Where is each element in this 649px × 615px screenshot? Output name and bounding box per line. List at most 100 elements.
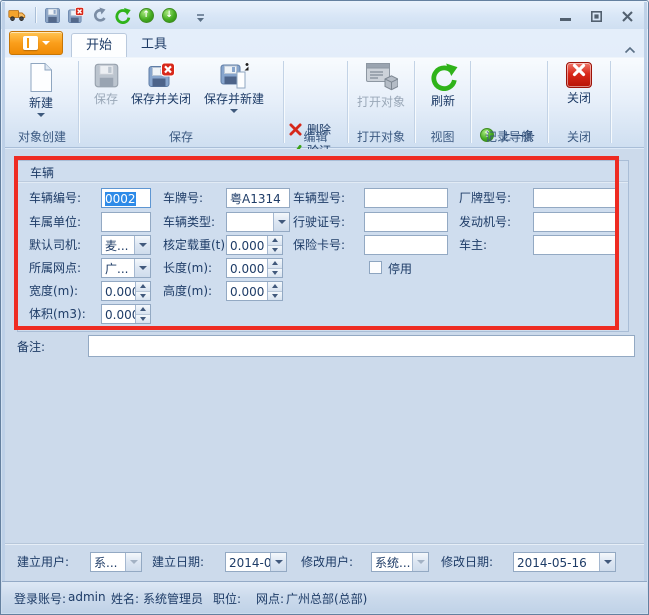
branch-status-label: 网点: [256, 590, 284, 607]
new-button[interactable]: 新建 [14, 60, 68, 117]
group-separator [610, 61, 611, 143]
insurance-card-input[interactable] [364, 235, 448, 255]
open-object-button[interactable]: 打开对象 [352, 60, 410, 109]
minimize-button[interactable] [556, 9, 574, 23]
chevron-down-icon[interactable] [270, 553, 286, 571]
undo-icon[interactable] [90, 6, 108, 24]
width-spinner[interactable]: 0.000 [101, 281, 151, 301]
spin-down-icon [140, 317, 146, 321]
vehicle-owner-value [534, 236, 618, 238]
owner-unit-value [102, 213, 150, 215]
plate-number-value: 粤A1314 [227, 189, 289, 207]
created-date-combo[interactable]: 2014-05 [225, 552, 287, 572]
engine-number-input[interactable] [533, 212, 619, 232]
volume-label: 体积(m3): [29, 304, 86, 324]
restore-button[interactable] [587, 9, 605, 23]
collapse-ribbon-button[interactable] [624, 39, 638, 51]
created-by-label: 建立用户: [17, 552, 69, 572]
groupbox-title: 车辆 [30, 164, 54, 181]
tab-start[interactable]: 开始 [71, 33, 127, 57]
refresh-button[interactable]: 刷新 [420, 60, 466, 108]
length-spinner[interactable]: 0.000 [226, 258, 283, 278]
default-driver-combo[interactable]: 麦... [101, 235, 151, 255]
driving-license-value [365, 213, 447, 215]
footer-separator [5, 543, 644, 544]
save-button[interactable]: 保存 [84, 60, 128, 106]
down-circle-icon[interactable]: ↓ [160, 6, 178, 24]
disabled-checkbox[interactable] [369, 261, 382, 274]
plate-number-input[interactable]: 粤A1314 [226, 188, 290, 208]
close-window-button[interactable] [618, 9, 636, 23]
close-button-label: 关闭 [554, 91, 604, 105]
insurance-card-value [365, 236, 447, 238]
groupbox-caption-line [18, 181, 628, 182]
remark-value [89, 336, 634, 338]
new-document-icon [28, 62, 54, 93]
height-spinner[interactable]: 0.000 [226, 281, 283, 301]
volume-spinner[interactable]: 0.000 [101, 304, 151, 324]
vehicle-owner-label: 车主: [459, 235, 487, 255]
driving-license-label: 行驶证号: [293, 212, 345, 232]
up-circle-icon[interactable]: ↑ [137, 6, 155, 24]
vehicle-number-input[interactable]: 0002 [101, 188, 151, 208]
qat-overflow-icon[interactable] [191, 9, 209, 27]
vehicle-model-input[interactable] [364, 188, 448, 208]
login-account-value: admin [68, 590, 106, 604]
application-menu-button[interactable] [9, 31, 63, 55]
application-menu-icon [23, 36, 38, 50]
chevron-down-icon[interactable] [273, 213, 289, 231]
spinner-buttons[interactable] [135, 282, 150, 300]
width-label: 宽度(m): [29, 281, 78, 301]
spin-up-icon [140, 307, 146, 311]
modified-date-combo[interactable]: 2014-05-16 [513, 552, 616, 572]
length-label: 长度(m): [163, 258, 212, 278]
spinner-buttons[interactable] [267, 282, 282, 300]
modified-by-combo[interactable]: 系统... [371, 552, 429, 572]
close-button[interactable]: 关闭 [554, 60, 604, 105]
save-new-icon [220, 62, 249, 89]
tab-tools[interactable]: 工具 [127, 33, 181, 57]
save-and-new-button[interactable]: 保存并新建 [196, 60, 272, 113]
open-object-icon [365, 62, 398, 92]
chevron-down-icon[interactable] [134, 259, 150, 277]
spinner-buttons[interactable] [135, 305, 150, 323]
chevron-down-icon [230, 109, 238, 113]
save-close-icon [147, 62, 175, 89]
status-bar: 登录账号: admin 姓名: 系统管理员 职位: 网点: 广州总部(总部) [2, 581, 647, 613]
group-label-view: 视图 [415, 129, 470, 145]
owner-unit-label: 车属单位: [29, 212, 81, 232]
created-by-combo[interactable]: 系... [90, 552, 142, 572]
save-and-close-button-label: 保存并关闭 [128, 92, 194, 106]
save-icon[interactable] [43, 6, 61, 24]
engine-number-value [534, 213, 618, 215]
save-and-new-button-label: 保存并新建 [196, 92, 272, 106]
vehicle-owner-input[interactable] [533, 235, 619, 255]
owner-unit-input[interactable] [101, 212, 151, 232]
vehicle-model-label: 车辆型号: [293, 188, 345, 208]
load-capacity-spinner[interactable]: 0.000 [226, 235, 283, 255]
remark-input[interactable] [88, 335, 635, 357]
branch-label: 所属网点: [29, 258, 81, 278]
vehicle-model-value [365, 189, 447, 191]
position-label: 职位: [213, 590, 241, 607]
brand-model-input[interactable] [533, 188, 619, 208]
chevron-down-icon[interactable] [599, 553, 615, 571]
chevron-down-icon[interactable] [134, 236, 150, 254]
spin-up-icon [272, 238, 278, 242]
application-window: ↑ ↓ 开始 工具 [0, 0, 649, 615]
save-and-close-button[interactable]: 保存并关闭 [128, 60, 194, 106]
spinner-buttons[interactable] [267, 236, 282, 254]
save-icon [93, 62, 120, 89]
refresh-icon[interactable] [113, 6, 131, 24]
branch-combo[interactable]: 广... [101, 258, 151, 278]
vehicle-type-combo[interactable] [226, 212, 290, 232]
app-truck-icon [8, 6, 26, 24]
spin-down-icon [272, 248, 278, 252]
save-close-icon[interactable] [66, 6, 84, 24]
login-account-label: 登录账号: [14, 590, 66, 607]
driving-license-input[interactable] [364, 212, 448, 232]
vehicle-number-label: 车辆编号: [29, 188, 81, 208]
chevron-down-icon [42, 41, 50, 45]
spinner-buttons[interactable] [267, 259, 282, 277]
spin-down-icon [272, 271, 278, 275]
